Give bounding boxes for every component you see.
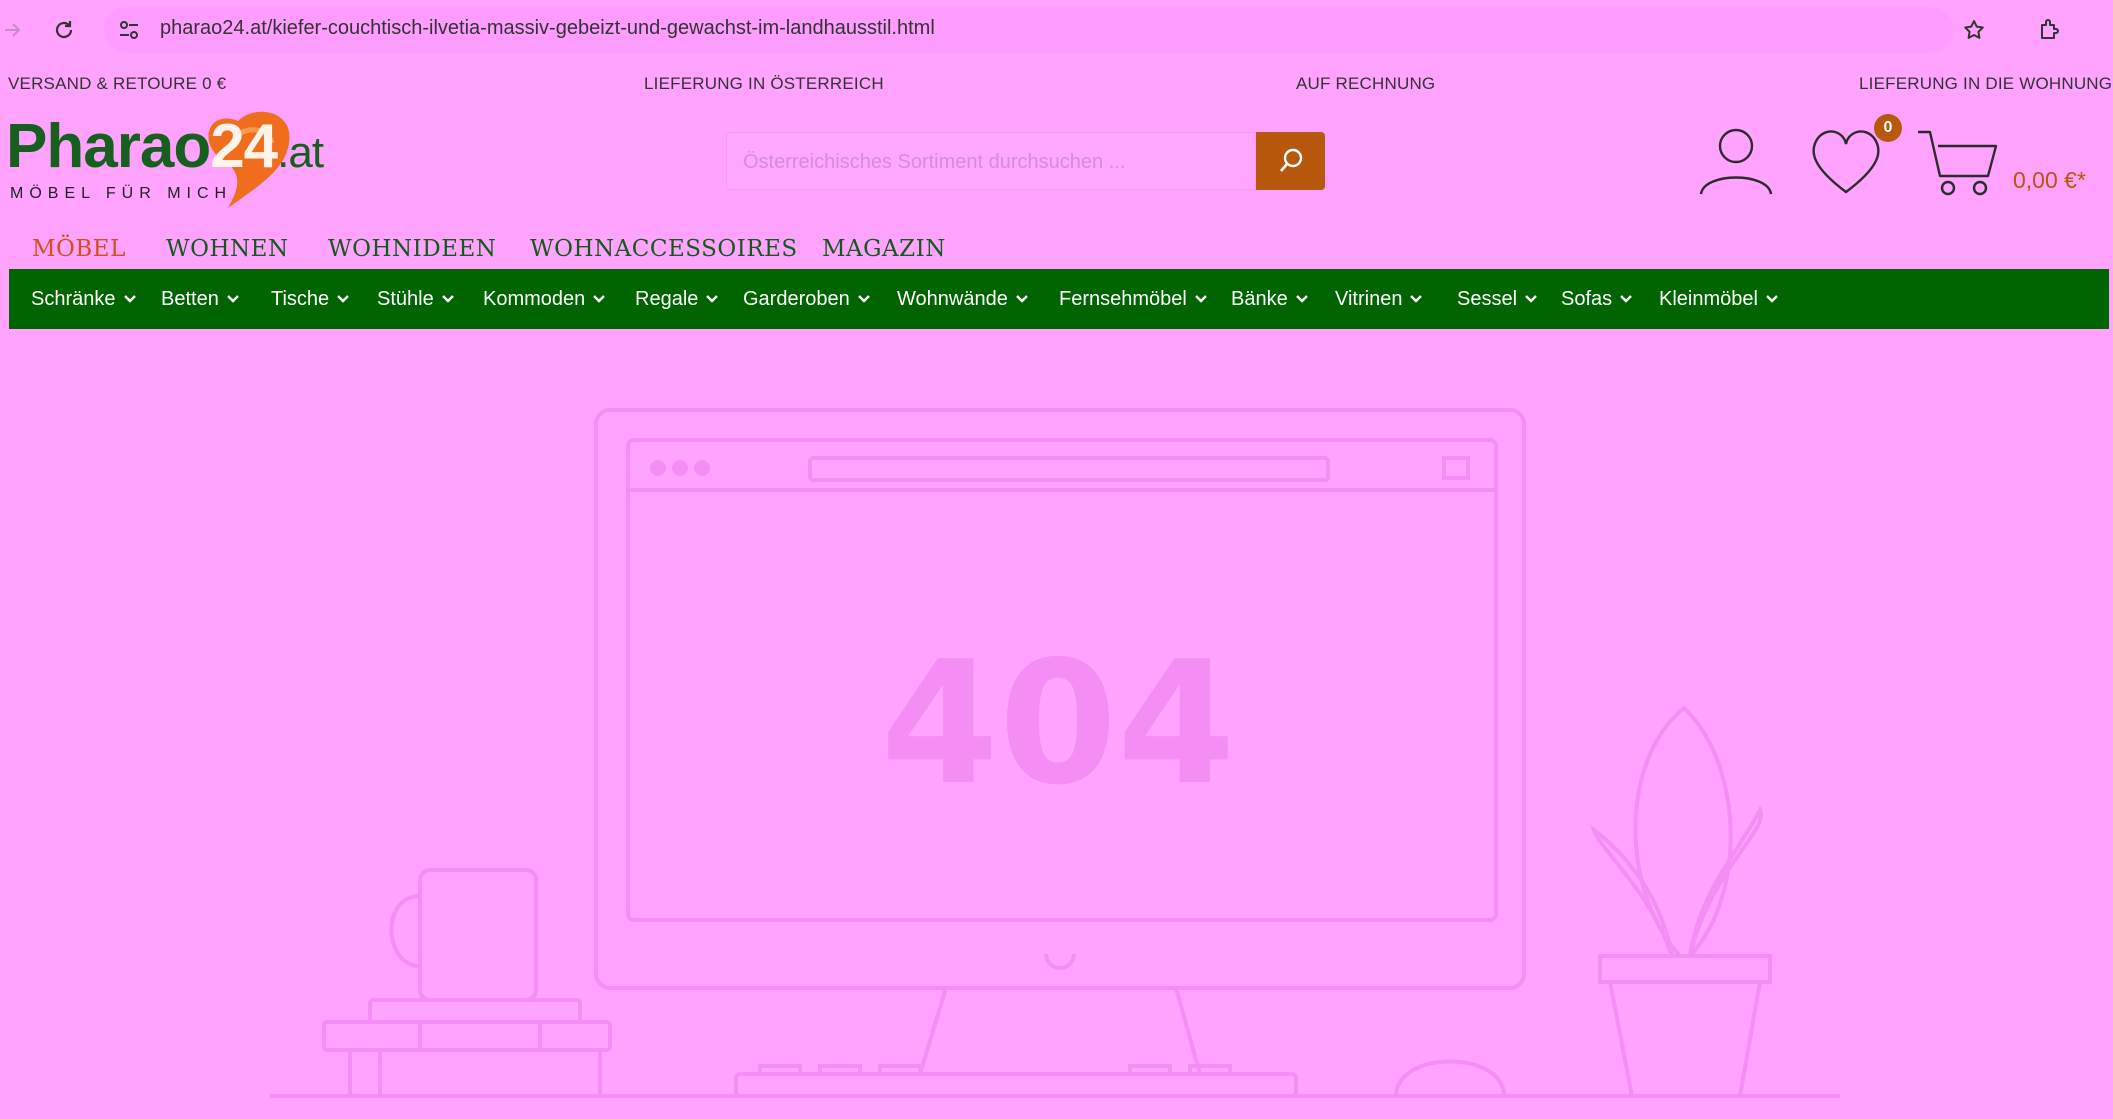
usp-invoice: AUF RECHNUNG [1296,74,1436,93]
chevron-down-icon [706,295,719,303]
user-icon [1699,128,1773,195]
cart-button[interactable] [1916,128,2000,198]
category-item[interactable]: Tische [271,269,351,329]
category-item[interactable]: Schränke [31,269,138,329]
chevron-down-icon [1194,295,1207,303]
category-label: Regale [635,287,699,310]
logo-name: Pharao [6,112,211,181]
usp-delivery-home: LIEFERUNG IN DIE WOHNUNG [1859,74,2113,93]
category-item[interactable]: Bänke [1231,269,1310,329]
wishlist-count-badge: 0 [1874,114,1902,142]
error-code: 404 [881,625,1236,823]
forward-arrow-icon[interactable] [0,14,28,46]
address-url[interactable]: pharao24.at/kiefer-couchtisch-ilvetia-ma… [160,17,935,40]
logo-number: 24 [210,112,278,181]
category-item[interactable]: Vitrinen [1335,269,1424,329]
category-label: Fernsehmöbel [1059,287,1187,310]
usp-topbar: VERSAND & RETOURE 0 € LIEFERUNG IN ÖSTER… [0,68,2113,100]
nav-wohnaccessoires[interactable]: WOHNACCESSOIRES [530,236,798,262]
category-item[interactable]: Kleinmöbel [1659,269,1780,329]
extensions-icon[interactable] [2034,14,2066,46]
category-label: Stühle [377,287,434,310]
chevron-down-icon [1620,295,1633,303]
category-label: Tische [271,287,330,310]
usp-delivery-austria: LIEFERUNG IN ÖSTERREICH [644,74,884,93]
nav-moebel[interactable]: MÖBEL [32,236,126,262]
category-label: Sofas [1561,287,1613,310]
category-label: Vitrinen [1335,287,1403,310]
nav-wohnen[interactable]: WOHNEN [166,236,289,262]
category-label: Garderoben [743,287,850,310]
account-button[interactable] [1696,126,1776,196]
chevron-down-icon [1295,295,1308,303]
reload-icon[interactable] [48,14,80,46]
category-item[interactable]: Betten [161,269,241,329]
chevron-down-icon [441,295,454,303]
usp-shipping: VERSAND & RETOURE 0 € [8,74,227,93]
heart-icon [1812,130,1880,194]
category-label: Sessel [1457,287,1518,310]
wishlist-button[interactable] [1806,126,1886,196]
category-label: Kleinmöbel [1659,287,1758,310]
search-input[interactable] [741,133,1245,191]
category-label: Schränke [31,287,116,310]
category-item[interactable]: Stühle [377,269,456,329]
chevron-down-icon [1410,295,1423,303]
category-label: Bänke [1231,287,1288,310]
chevron-down-icon [1525,295,1537,303]
chevron-down-icon [1015,295,1028,303]
browser-toolbar: pharao24.at/kiefer-couchtisch-ilvetia-ma… [0,0,2113,60]
category-item[interactable]: Regale [635,269,720,329]
category-label: Kommoden [483,287,586,310]
search-icon [1279,148,1302,172]
category-item[interactable]: Sessel [1457,269,1539,329]
logo-tld: .at [277,128,324,177]
main-navigation: MÖBEL WOHNEN WOHNIDEEN WOHNACCESSOIRES M… [0,234,2113,274]
category-item[interactable]: Garderoben [743,269,872,329]
cart-total[interactable]: 0,00 €* [2013,167,2086,194]
nav-wohnideen[interactable]: WOHNIDEEN [328,236,496,262]
category-item[interactable]: Wohnwände [897,269,1030,329]
chevron-down-icon [857,295,870,303]
category-label: Wohnwände [897,287,1008,310]
chevron-down-icon [1766,295,1778,303]
error-404-illustration: 404 [0,330,2113,1114]
chevron-down-icon [337,295,350,303]
category-bar: Schränke Betten Tische Stühle Kommoden Regale… [9,269,2109,329]
logo-tagline: MÖBEL FÜR MICH [10,185,233,202]
site-logo[interactable]: Pharao24.at MÖBEL FÜR MICH [6,103,376,213]
chevron-down-icon [226,295,239,303]
category-item[interactable]: Kommoden [483,269,607,329]
category-label: Betten [161,287,219,310]
bookmark-star-icon[interactable] [1958,14,1990,46]
chevron-down-icon [123,295,136,303]
search-field[interactable] [726,132,1256,191]
search-button[interactable] [1256,132,1325,190]
category-item[interactable]: Fernsehmöbel [1059,269,1209,329]
chevron-down-icon [593,295,606,303]
cart-icon [1918,130,1998,196]
nav-magazin[interactable]: MAGAZIN [822,236,946,262]
site-settings-icon[interactable] [116,17,142,48]
category-item[interactable]: Sofas [1561,269,1634,329]
